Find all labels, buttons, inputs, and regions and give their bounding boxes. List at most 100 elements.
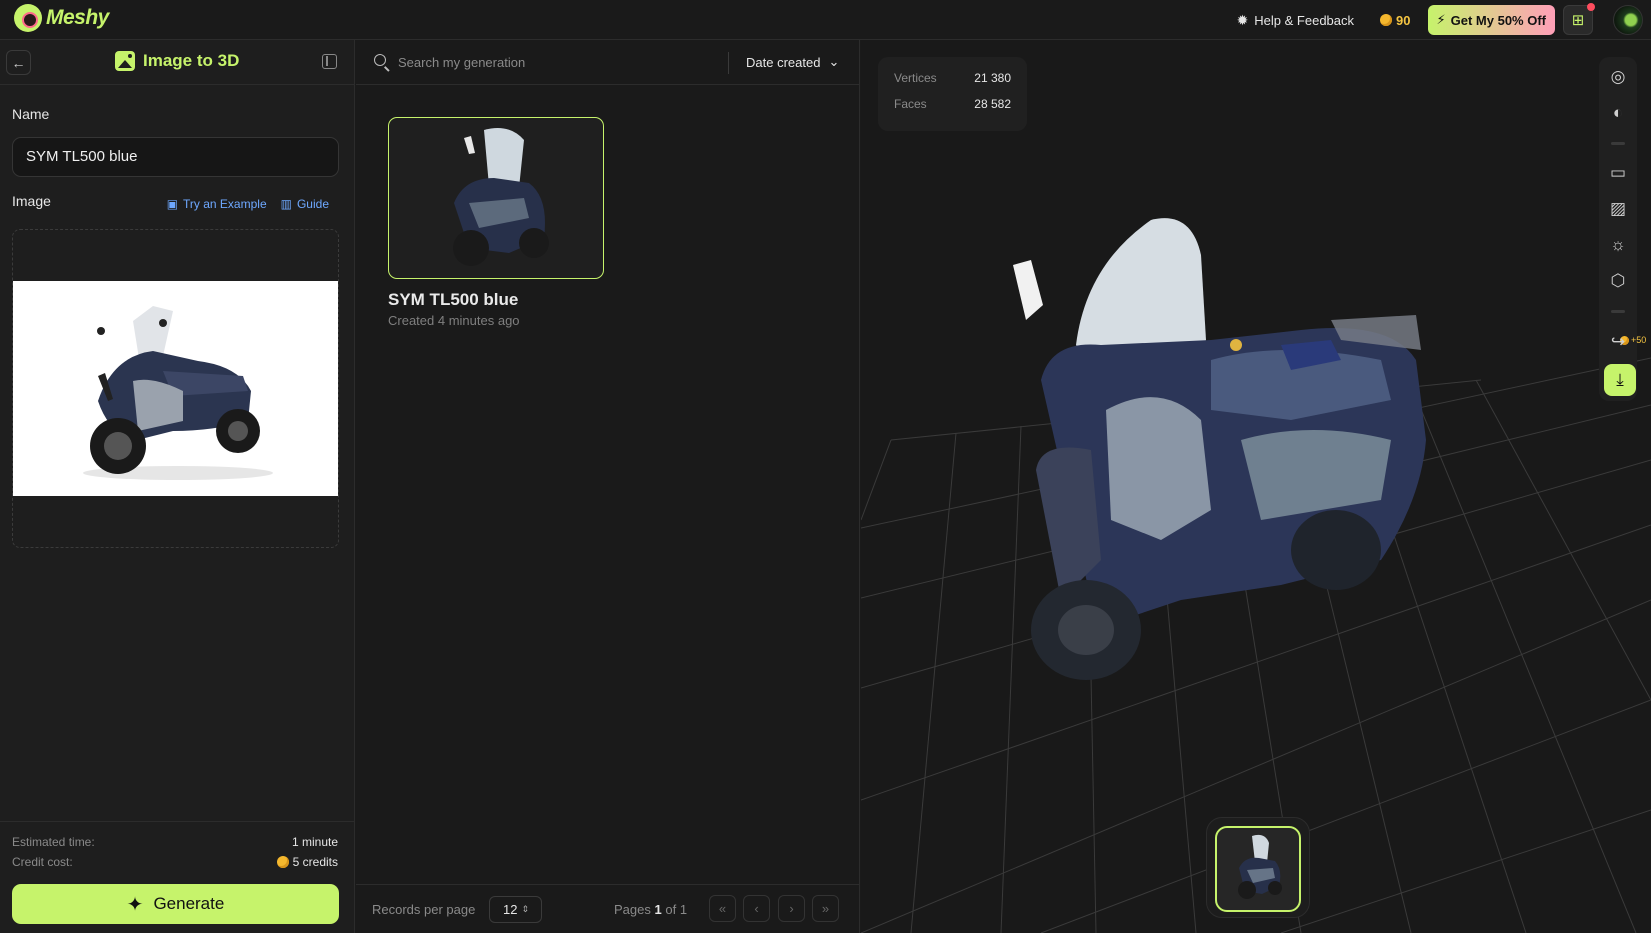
generate-label: Generate — [153, 894, 225, 913]
generation-card-subtitle: Created 4 minutes ago — [388, 313, 520, 328]
bonus-label: +50 — [1631, 335, 1647, 345]
image-to-3d-panel: ← Image to 3D Name SYM TL500 blue Image … — [0, 40, 355, 933]
image-outline-icon: ▣ — [166, 197, 179, 211]
sort-dropdown[interactable]: Date created ⌄ — [746, 54, 839, 70]
faces-value: 28 582 — [974, 97, 1011, 111]
hatch-icon: ▨ — [1609, 199, 1627, 218]
last-page-button[interactable]: » — [812, 895, 839, 922]
back-button[interactable]: ← — [6, 50, 31, 75]
scooter-3d-model — [1013, 218, 1426, 680]
model-thumbnail-selected[interactable] — [1215, 826, 1301, 912]
promo-label: Get My 50% Off — [1450, 12, 1546, 28]
top-bar: Meshy ✹ Help & Feedback 90 ⚡ Get My 50% … — [0, 0, 1651, 40]
polyhedron-icon: ⬡ — [1610, 271, 1626, 290]
lightning-icon: ⚡ — [1436, 12, 1446, 27]
monitor-icon: ▭ — [1609, 163, 1627, 182]
3d-viewer[interactable]: Vertices 21 380 Faces 28 582 ◎ ◐ ▭ ▨ ☼ ⬡… — [861, 40, 1651, 933]
sun-icon: ☼ — [1610, 235, 1626, 254]
estimated-time-value: 1 minute — [291, 835, 338, 849]
mesh-button[interactable]: ⬡ — [1603, 266, 1633, 296]
image-label: Image — [12, 193, 51, 209]
meshy-logo[interactable]: Meshy — [14, 4, 109, 32]
credits-balance[interactable]: 90 — [1380, 12, 1411, 28]
sort-label: Date created — [746, 54, 821, 70]
vertices-label: Vertices — [894, 71, 937, 85]
download-button[interactable]: ⤓ — [1604, 364, 1636, 396]
uploaded-image-preview — [13, 281, 338, 496]
notification-dot — [1587, 3, 1595, 11]
sparkles-icon: ✦ — [126, 893, 144, 916]
user-avatar[interactable] — [1613, 5, 1643, 35]
lighting-button[interactable]: ☼ — [1603, 230, 1633, 260]
pagination-bar: Records per page 12 ⇕ Pages 1 of 1 « ‹ ›… — [356, 884, 859, 933]
collapse-sidebar-icon[interactable] — [322, 54, 337, 69]
logo-text: Meshy — [46, 6, 109, 29]
help-feedback-button[interactable]: ✹ Help & Feedback — [1237, 12, 1354, 29]
model-thumbnail-strip — [1206, 817, 1310, 918]
guide-label: Guide — [296, 197, 329, 211]
display-button[interactable]: ▭ — [1603, 158, 1633, 188]
material-sphere-button[interactable]: ◐ — [1603, 98, 1633, 128]
divider — [728, 52, 729, 74]
share-icon: ↪ — [1610, 332, 1626, 351]
updown-chevron-icon: ⇕ — [521, 904, 530, 914]
search-bar: Date created ⌄ — [356, 40, 859, 85]
of-label: of — [665, 902, 677, 917]
prev-page-button[interactable]: ‹ — [743, 895, 770, 922]
sphere-icon: ◐ — [1612, 103, 1624, 122]
records-per-page-value: 12 — [503, 902, 518, 917]
records-per-page-label: Records per page — [372, 902, 476, 917]
try-example-link[interactable]: ▣ Try an Example — [167, 197, 267, 211]
image-dropzone[interactable] — [12, 229, 339, 548]
chevron-right-icon: › — [789, 901, 794, 916]
search-input[interactable] — [398, 52, 678, 72]
estimated-time-label: Estimated time: — [12, 835, 95, 849]
gift-icon: ⊞ — [1571, 12, 1585, 29]
generate-button[interactable]: ✦ Generate — [12, 884, 339, 924]
current-page: 1 — [654, 902, 662, 917]
credit-cost-label: Credit cost: — [12, 855, 73, 869]
generation-card-title[interactable]: SYM TL500 blue — [388, 290, 518, 310]
lightbulb-icon: ✹ — [1236, 11, 1249, 28]
name-label: Name — [12, 106, 50, 122]
coin-icon — [1380, 14, 1393, 26]
panel-title: Image to 3D — [115, 51, 239, 71]
generation-card-thumbnail[interactable] — [388, 117, 604, 279]
model-thumbnail — [453, 127, 549, 266]
promo-button[interactable]: ⚡ Get My 50% Off — [1427, 5, 1555, 35]
panel-title-text: Image to 3D — [143, 51, 240, 70]
scooter-photo — [83, 306, 273, 480]
book-icon: ▥ — [280, 197, 292, 211]
wireframe-sphere-icon: ◎ — [1610, 67, 1626, 86]
double-chevron-right-icon: » — [821, 901, 830, 916]
wireframe-sphere-button[interactable]: ◎ — [1603, 62, 1633, 92]
help-label: Help & Feedback — [1254, 12, 1355, 28]
gift-button[interactable]: ⊞ — [1563, 3, 1595, 35]
faces-row: Faces 28 582 — [894, 97, 1011, 111]
meshy-logo-icon — [14, 4, 42, 32]
next-page-button[interactable]: › — [778, 895, 805, 922]
credit-cost-row: Credit cost: 5 credits — [12, 855, 338, 869]
credit-cost-value: 5 credits — [292, 855, 338, 869]
chevron-down-icon: ⌄ — [828, 54, 840, 69]
image-icon — [115, 51, 135, 71]
texture-button[interactable]: ▨ — [1603, 194, 1633, 224]
arrow-left-icon: ← — [11, 54, 26, 71]
estimated-time-row: Estimated time: 1 minute — [12, 835, 338, 849]
first-page-button[interactable]: « — [709, 895, 736, 922]
viewer-toolbar: ◎ ◐ ▭ ▨ ☼ ⬡ +50 ↪ ⤓ — [1599, 57, 1646, 401]
toolbar-divider — [1611, 310, 1625, 313]
name-input[interactable]: SYM TL500 blue — [12, 137, 339, 177]
records-per-page-select[interactable]: 12 ⇕ — [489, 896, 542, 923]
credits-value: 90 — [1396, 12, 1411, 28]
guide-link[interactable]: ▥ Guide — [281, 197, 329, 211]
credit-cost: 5 credits — [276, 855, 338, 869]
vertices-row: Vertices 21 380 — [894, 71, 1011, 85]
model-stats-panel: Vertices 21 380 Faces 28 582 — [878, 57, 1027, 131]
share-button[interactable]: ↪ — [1603, 327, 1633, 357]
pages-prefix: Pages — [614, 902, 651, 917]
toolbar-divider — [1611, 142, 1625, 145]
search-icon — [374, 54, 386, 66]
generate-footer: Estimated time: 1 minute Credit cost: 5 … — [0, 821, 354, 933]
coin-icon — [276, 856, 289, 868]
